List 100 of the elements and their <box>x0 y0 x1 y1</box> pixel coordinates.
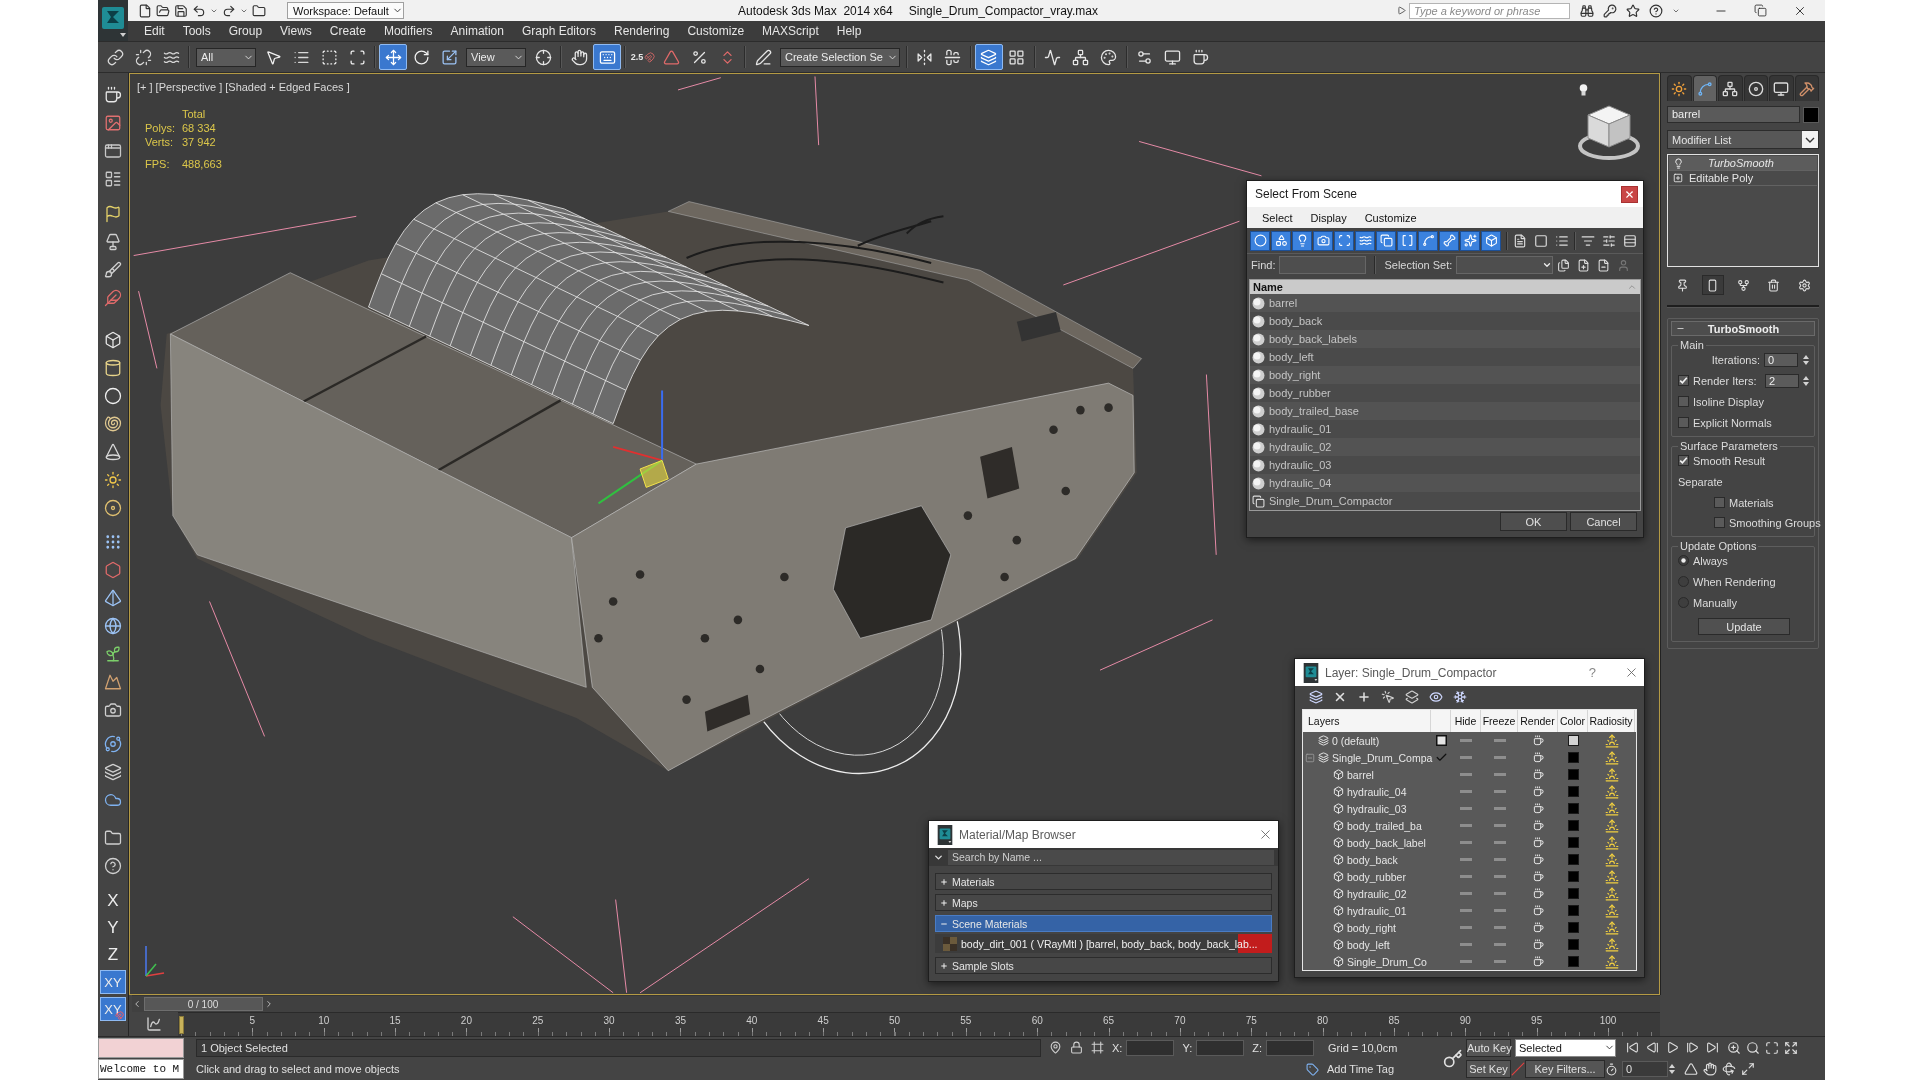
key-icon[interactable] <box>1603 3 1617 18</box>
script-output-field[interactable]: Welcome to M <box>98 1059 184 1080</box>
orbit-arrows-icon[interactable] <box>1722 1062 1736 1077</box>
auto-key-button[interactable]: Auto Key <box>1466 1038 1511 1057</box>
panel-tab[interactable] <box>1692 75 1717 101</box>
map-pin-icon[interactable] <box>1049 1041 1062 1055</box>
rows-icon[interactable] <box>1623 233 1637 248</box>
object-name-field[interactable]: barrel <box>1667 106 1800 123</box>
toolbar-dropdown[interactable]: All <box>196 47 256 67</box>
key-icon[interactable] <box>1443 1048 1463 1069</box>
color-swatch[interactable] <box>1567 820 1579 831</box>
menu-item[interactable]: Views <box>271 22 321 40</box>
column-header[interactable]: Render <box>1518 710 1558 732</box>
checkbox[interactable] <box>1678 417 1689 428</box>
layer-tree-item[interactable]: hydraulic_02 <box>1303 887 1431 900</box>
flag-icon[interactable] <box>104 205 122 223</box>
star-icon[interactable] <box>1626 3 1640 18</box>
object-row[interactable]: body_back_labels <box>1250 330 1640 348</box>
timeline-ruler[interactable]: 5 10 15 20 25 30 35 40 45 50 55 60 65 70 75 80 85 90 95 100 <box>178 1012 1660 1036</box>
layer-tree-item[interactable]: 0 (default) <box>1303 734 1431 747</box>
hand-icon[interactable] <box>1703 1062 1717 1077</box>
color-swatch[interactable] <box>1567 956 1579 967</box>
tag-icon[interactable] <box>1305 1062 1319 1076</box>
maximize-icon[interactable] <box>1765 1040 1779 1055</box>
sun-icon[interactable] <box>104 471 122 489</box>
window-icon[interactable] <box>104 142 122 160</box>
chevron-right-icon[interactable] <box>264 999 274 1009</box>
cup-icon[interactable] <box>1532 752 1544 763</box>
color-swatch[interactable] <box>1567 854 1579 865</box>
cup-icon[interactable] <box>1532 786 1544 797</box>
cup-icon[interactable] <box>1532 871 1544 882</box>
column-header[interactable]: Freeze <box>1481 710 1518 732</box>
help-mark[interactable]: ? <box>1588 665 1596 680</box>
stack-item[interactable]: TurboSmooth <box>1669 156 1817 171</box>
key-mode-dropdown[interactable]: Selected <box>1515 1038 1616 1057</box>
expand-icon[interactable] <box>1784 1040 1798 1055</box>
object-row[interactable]: hydraulic_02 <box>1250 438 1640 456</box>
brush-icon[interactable] <box>104 261 122 279</box>
folder-open-icon[interactable] <box>156 3 170 18</box>
sunrise-icon[interactable] <box>1604 818 1619 833</box>
plus-icon[interactable] <box>1357 690 1371 704</box>
color-swatch[interactable] <box>1567 837 1579 848</box>
check-icon[interactable] <box>1434 751 1448 764</box>
object-row[interactable]: body_left <box>1250 348 1640 366</box>
globe-icon[interactable] <box>104 617 122 635</box>
layer-tree-item[interactable]: hydraulic_01 <box>1303 904 1431 917</box>
step-forward-icon[interactable] <box>1686 1041 1699 1055</box>
layer-tree-item[interactable]: body_back_label <box>1303 836 1431 849</box>
dialog-button[interactable]: OK <box>1500 512 1567 531</box>
lock-icon[interactable] <box>1070 1041 1083 1055</box>
layers-icon[interactable] <box>1405 690 1419 704</box>
layer-tree-item[interactable]: body_trailed_ba <box>1303 819 1431 832</box>
close-icon[interactable] <box>1624 665 1639 680</box>
axis-constraint-button[interactable]: X <box>100 889 126 913</box>
panel-tab[interactable] <box>1769 75 1794 101</box>
column-header[interactable]: Layers <box>1303 710 1431 732</box>
update-button[interactable]: Update <box>1698 618 1790 635</box>
list-icon[interactable] <box>1555 233 1569 248</box>
section-header[interactable]: Scene Materials <box>935 915 1272 932</box>
color-swatch[interactable] <box>1567 905 1579 916</box>
sunrise-icon[interactable] <box>1604 801 1619 816</box>
step-back-icon[interactable] <box>1646 1041 1659 1055</box>
skip-forward-icon[interactable] <box>1706 1041 1719 1055</box>
sunrise-icon[interactable] <box>1604 835 1619 850</box>
workspace-dropdown[interactable]: Workspace: Default <box>287 2 404 19</box>
sprout-icon[interactable] <box>104 645 122 663</box>
layers-button[interactable] <box>974 44 1003 70</box>
cup-icon[interactable] <box>1532 735 1544 746</box>
square-icon[interactable] <box>1435 735 1447 746</box>
axis-constraint-button[interactable]: XY <box>100 970 126 994</box>
section-header[interactable]: Materials <box>935 873 1272 890</box>
color-swatch[interactable] <box>1567 922 1579 933</box>
panel-tab[interactable] <box>1718 75 1743 101</box>
checkbox[interactable] <box>1714 497 1725 508</box>
x-mark-icon[interactable] <box>1333 690 1347 704</box>
checkbox[interactable] <box>1678 455 1689 466</box>
dots-icon[interactable] <box>104 533 122 551</box>
cup-icon[interactable] <box>1532 888 1544 899</box>
dialog-button[interactable]: Cancel <box>1570 512 1637 531</box>
binoculars-icon[interactable] <box>1580 3 1594 18</box>
layer-tree-item[interactable]: body_left <box>1303 938 1431 951</box>
color-swatch-icon[interactable] <box>1803 106 1819 123</box>
snowflake-icon[interactable] <box>1453 690 1467 704</box>
object-row[interactable]: body_right <box>1250 366 1640 384</box>
eye-icon[interactable] <box>1429 690 1443 704</box>
object-row[interactable]: body_trailed_base <box>1250 402 1640 420</box>
layer-tree-item[interactable]: Single_Drum_Compa <box>1303 751 1431 764</box>
hexagon-icon[interactable] <box>104 561 122 579</box>
object-row[interactable]: hydraulic_04 <box>1250 474 1640 492</box>
cup-icon[interactable] <box>1532 905 1544 916</box>
plus-box-icon[interactable] <box>1673 173 1683 183</box>
checkbox[interactable] <box>1678 396 1689 407</box>
color-swatch[interactable] <box>1567 786 1579 797</box>
orbit-icon[interactable] <box>104 735 122 753</box>
close-button[interactable] <box>1621 185 1638 203</box>
panel-tab[interactable] <box>1743 75 1768 101</box>
panel-tab[interactable] <box>1794 75 1819 101</box>
rollout-header[interactable]: TurboSmooth <box>1671 321 1815 336</box>
timer-icon[interactable] <box>1605 1062 1618 1076</box>
color-swatch[interactable] <box>1567 871 1579 882</box>
